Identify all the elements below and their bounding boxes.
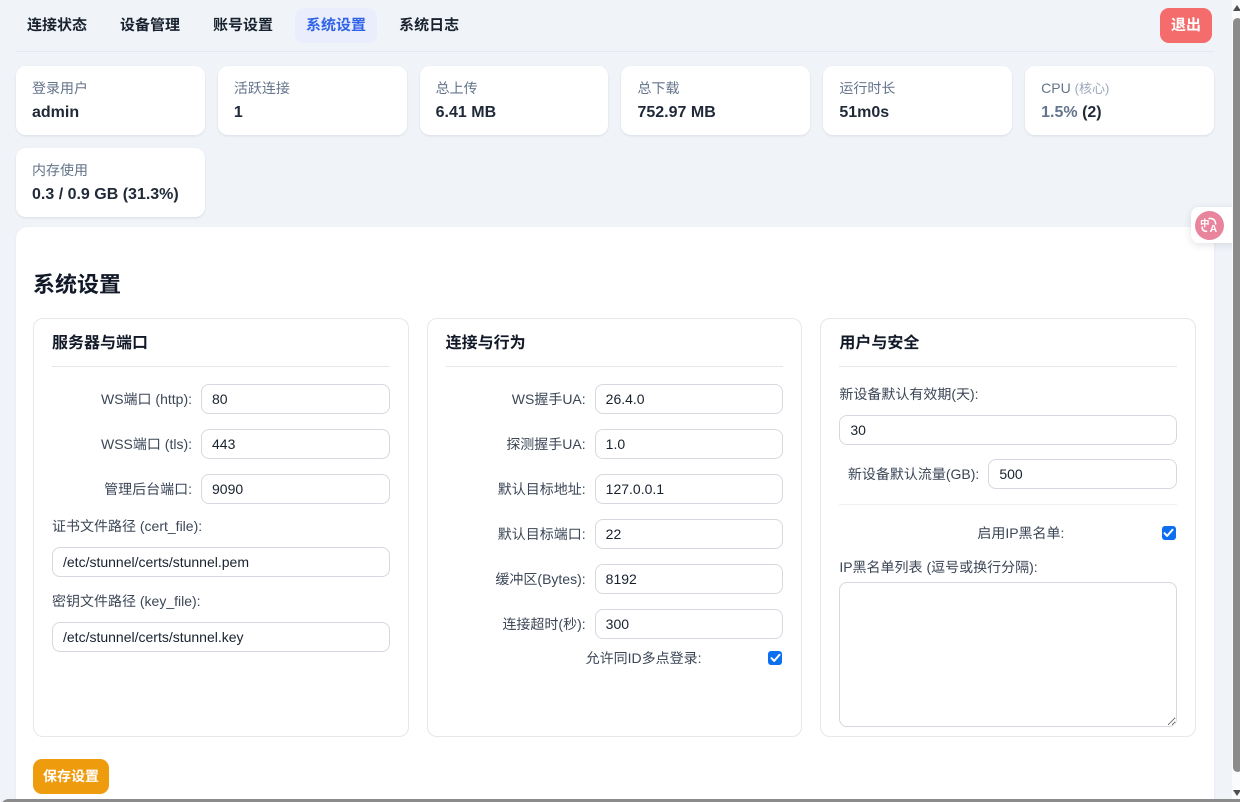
svg-text:A: A	[1210, 222, 1218, 234]
